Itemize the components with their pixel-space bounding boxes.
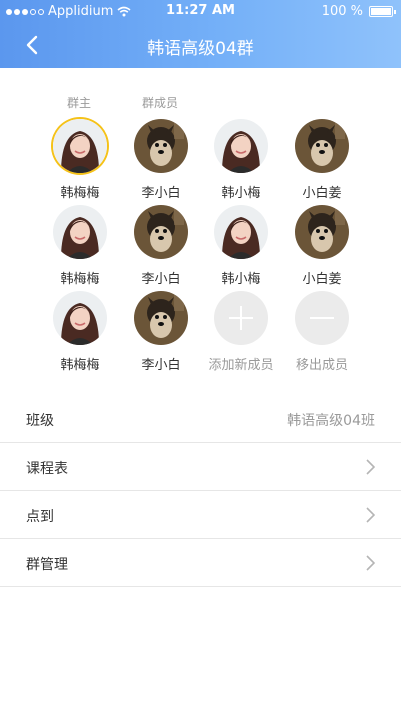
header-bar: Applidium 11:27 AM 100 % 韩语高级04群: [0, 0, 401, 68]
status-bar: Applidium 11:27 AM 100 %: [0, 0, 401, 22]
member-item[interactable]: 李小白: [121, 205, 201, 287]
member-item[interactable]: 小白姜: [282, 119, 362, 201]
add-member-label: 添加新成员: [208, 358, 274, 373]
member-item[interactable]: 韩小梅: [201, 119, 281, 201]
member-item[interactable]: 韩梅梅: [40, 205, 120, 287]
checkin-row[interactable]: 点到: [0, 491, 401, 539]
member-item[interactable]: 李小白: [121, 291, 201, 373]
remove-member-button[interactable]: 移出成员: [282, 291, 362, 373]
dog-avatar[interactable]: [295, 205, 349, 259]
class-row[interactable]: 班级 韩语高级04班: [0, 395, 401, 443]
checkin-label: 点到: [26, 509, 54, 525]
dog-avatar[interactable]: [295, 119, 349, 173]
dog-avatar[interactable]: [134, 291, 188, 345]
member-item[interactable]: 韩梅梅: [40, 119, 120, 201]
member-name: 小白姜: [302, 272, 342, 287]
group-manage-label: 群管理: [26, 557, 68, 573]
member-name: 韩小梅: [221, 186, 261, 201]
owner-role-label: 群主: [67, 96, 92, 110]
member-name: 小白姜: [302, 186, 342, 201]
chevron-right-icon: [366, 459, 375, 475]
member-name: 韩小梅: [221, 272, 261, 287]
members-role-label: 群成员: [142, 96, 179, 110]
battery-icon: [369, 6, 396, 17]
chevron-right-icon: [366, 555, 375, 571]
schedule-row[interactable]: 课程表: [0, 443, 401, 491]
member-name: 韩梅梅: [60, 186, 100, 201]
chevron-right-icon: [366, 507, 375, 523]
add-member-button[interactable]: 添加新成员: [201, 291, 281, 373]
class-value: 韩语高级04班: [287, 413, 375, 429]
settings-list: 班级 韩语高级04班 课程表 点到 群管理: [0, 395, 401, 587]
class-label: 班级: [26, 413, 54, 429]
member-item[interactable]: 小白姜: [282, 205, 362, 287]
member-item[interactable]: 韩小梅: [201, 205, 281, 287]
woman-avatar[interactable]: [214, 205, 268, 259]
member-item[interactable]: 韩梅梅: [40, 291, 120, 373]
woman-avatar[interactable]: [53, 119, 107, 173]
member-name: 韩梅梅: [60, 272, 100, 287]
dog-avatar[interactable]: [134, 205, 188, 259]
member-name: 李小白: [141, 272, 181, 287]
woman-avatar[interactable]: [214, 119, 268, 173]
page-title: 韩语高级04群: [147, 39, 254, 59]
member-name: 韩梅梅: [60, 358, 100, 373]
member-name: 李小白: [141, 358, 181, 373]
woman-avatar[interactable]: [53, 205, 107, 259]
battery-info: 100 %: [321, 4, 396, 19]
member-name: 李小白: [141, 186, 181, 201]
woman-avatar[interactable]: [53, 291, 107, 345]
battery-percent: 100 %: [321, 4, 363, 19]
remove-member-label: 移出成员: [295, 358, 348, 373]
minus-icon[interactable]: [295, 291, 349, 345]
plus-icon[interactable]: [214, 291, 268, 345]
schedule-label: 课程表: [26, 461, 68, 477]
dog-avatar[interactable]: [134, 119, 188, 173]
member-item[interactable]: 李小白: [121, 119, 201, 201]
group-manage-row[interactable]: 群管理: [0, 539, 401, 587]
nav-bar: 韩语高级04群: [0, 22, 401, 68]
